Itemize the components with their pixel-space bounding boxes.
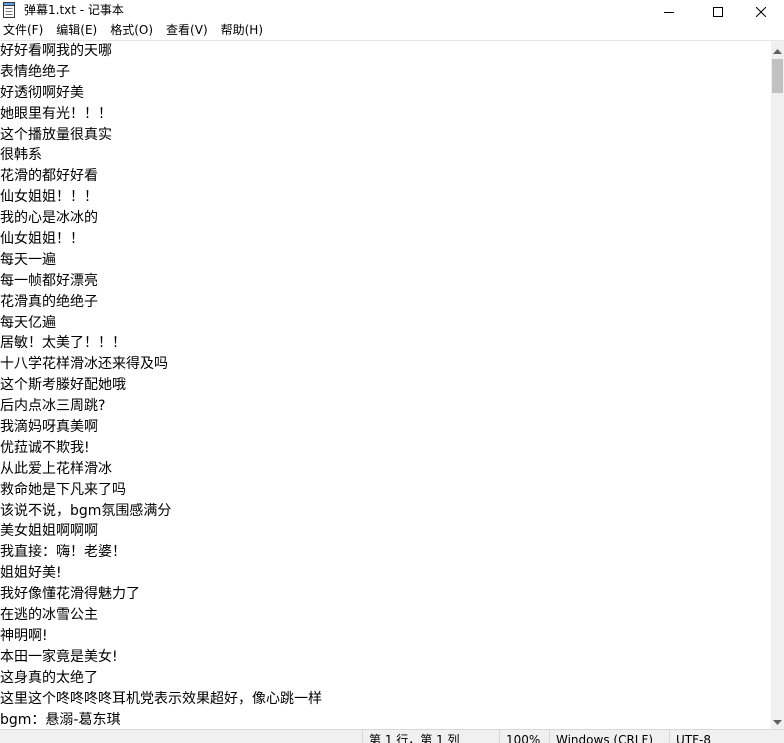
text-line: 这个斯考滕好配她哦 bbox=[0, 377, 126, 394]
title-bar[interactable]: 弹幕1.txt - 记事本 bbox=[0, 0, 784, 22]
text-line: 每天亿遍 bbox=[0, 314, 56, 331]
text-line: 仙女姐姐！！ bbox=[0, 231, 84, 248]
menu-view[interactable]: 查看(V) bbox=[163, 21, 211, 40]
menu-edit[interactable]: 编辑(E) bbox=[53, 21, 100, 40]
minimize-button[interactable] bbox=[646, 0, 692, 22]
text-line: 神明啊! bbox=[0, 627, 48, 644]
scroll-down-button[interactable] bbox=[771, 712, 784, 729]
minimize-icon bbox=[664, 2, 674, 21]
text-line: 本田一家竟是美女! bbox=[0, 648, 118, 665]
text-line: 我好像懂花滑得魅力了 bbox=[0, 586, 140, 603]
text-line: 每天一遍 bbox=[0, 251, 56, 268]
notepad-icon[interactable] bbox=[2, 2, 16, 18]
text-line: 好好看啊我的天哪 bbox=[0, 43, 112, 59]
text-line: 姐姐好美! bbox=[0, 565, 62, 582]
menu-bar: 文件(F) 编辑(E) 格式(O) 查看(V) 帮助(H) bbox=[0, 21, 784, 40]
status-cursor-position: 第 1 行，第 1 列 bbox=[362, 730, 497, 743]
status-bar: 第 1 行，第 1 列 100% Windows (CRLF) UTF-8 bbox=[0, 729, 784, 743]
text-line: 优菈诚不欺我! bbox=[0, 439, 90, 456]
text-line: 该说不说，bgm氛围感满分 bbox=[0, 502, 172, 519]
text-line: 美女姐姐啊啊啊 bbox=[0, 523, 98, 540]
text-line: 救命她是下凡来了吗 bbox=[0, 481, 126, 498]
text-line: 仙女姐姐！！！ bbox=[0, 189, 98, 206]
text-line: 花滑真的绝绝子 bbox=[0, 293, 98, 310]
status-line-ending: Windows (CRLF) bbox=[549, 730, 668, 743]
scroll-up-button[interactable] bbox=[771, 41, 784, 58]
scrollbar-thumb[interactable] bbox=[772, 59, 783, 93]
text-line: 表情绝绝子 bbox=[0, 63, 70, 80]
text-line: bgm：悬溺-葛东琪 bbox=[0, 711, 121, 728]
text-line: 居敏！太美了！！！ bbox=[0, 335, 126, 352]
text-line: 从此爱上花样滑冰 bbox=[0, 460, 112, 477]
text-line: 后内点冰三周跳? bbox=[0, 398, 106, 415]
text-line: 在逃的冰雪公主 bbox=[0, 607, 98, 624]
text-line: 我的心是冰冰的 bbox=[0, 210, 98, 227]
maximize-icon bbox=[713, 2, 723, 21]
scroll-down-arrow-icon bbox=[773, 711, 782, 730]
text-line: 我直接：嗨！老婆！ bbox=[0, 544, 126, 561]
status-encoding: UTF-8 bbox=[669, 730, 784, 743]
close-button[interactable] bbox=[738, 0, 784, 22]
text-editor[interactable]: 好好看啊我的天哪 表情绝绝子 好透彻啊好美 她眼里有光！！！ 这个播放量很真实 … bbox=[0, 41, 771, 729]
text-line: 很韩系 bbox=[0, 147, 42, 164]
menu-format[interactable]: 格式(O) bbox=[107, 21, 156, 40]
notepad-window: 弹幕1.txt - 记事本 文件(F) 编辑(E) 格式(O) 查看(V) 帮助… bbox=[0, 0, 784, 743]
window-title: 弹幕1.txt - 记事本 bbox=[24, 3, 124, 17]
text-line: 这里这个咚咚咚咚耳机党表示效果超好，像心跳一样 bbox=[0, 690, 322, 707]
text-line: 花滑的都好好看 bbox=[0, 168, 98, 185]
menu-file[interactable]: 文件(F) bbox=[0, 21, 46, 40]
vertical-scrollbar[interactable] bbox=[771, 41, 784, 729]
text-line: 这个播放量很真实 bbox=[0, 126, 112, 143]
scroll-up-arrow-icon bbox=[773, 40, 782, 59]
close-icon bbox=[755, 2, 767, 21]
text-line: 十八学花样滑冰还来得及吗 bbox=[0, 356, 168, 373]
status-zoom: 100% bbox=[499, 730, 547, 743]
maximize-button[interactable] bbox=[695, 0, 741, 22]
text-line: 每一帧都好漂亮 bbox=[0, 272, 98, 289]
text-line: 这身真的太绝了 bbox=[0, 669, 98, 686]
text-line: 我滴妈呀真美啊 bbox=[0, 419, 98, 436]
text-line: 她眼里有光！！！ bbox=[0, 105, 112, 122]
text-line: 好透彻啊好美 bbox=[0, 84, 84, 101]
menu-help[interactable]: 帮助(H) bbox=[218, 21, 266, 40]
